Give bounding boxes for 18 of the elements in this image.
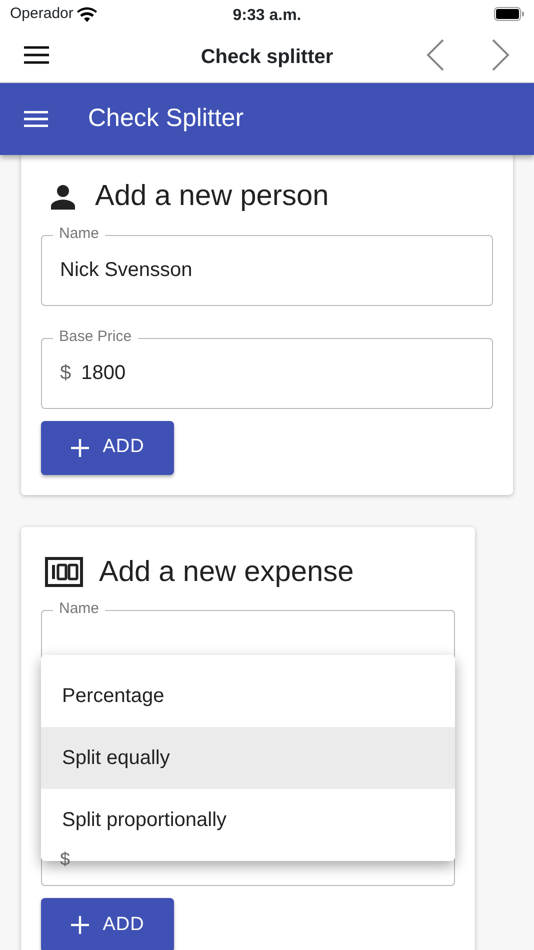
app-title: Check Splitter: [88, 103, 244, 134]
carrier-name: Operador: [10, 4, 74, 24]
currency-prefix: $: [60, 849, 70, 869]
battery-icon: [494, 7, 524, 21]
status-time: 9:33 a.m.: [232, 6, 302, 26]
add-button[interactable]: ADD: [41, 898, 174, 950]
wifi-icon: [77, 6, 98, 22]
plus-icon: [70, 438, 89, 456]
nav-title: Check splitter: [200, 45, 334, 70]
menu-option[interactable]: Percentage: [41, 665, 455, 727]
menu-icon[interactable]: [24, 46, 49, 64]
hundred-icon: [45, 557, 83, 588]
card-title: Add a new person: [95, 179, 329, 214]
card-title: Add a new expense: [99, 554, 354, 590]
plus-icon: [70, 916, 89, 934]
menu-option[interactable]: Split proportionally: [41, 789, 455, 851]
menu-option[interactable]: Split equally: [41, 727, 455, 789]
add-button[interactable]: ADD: [41, 420, 174, 474]
